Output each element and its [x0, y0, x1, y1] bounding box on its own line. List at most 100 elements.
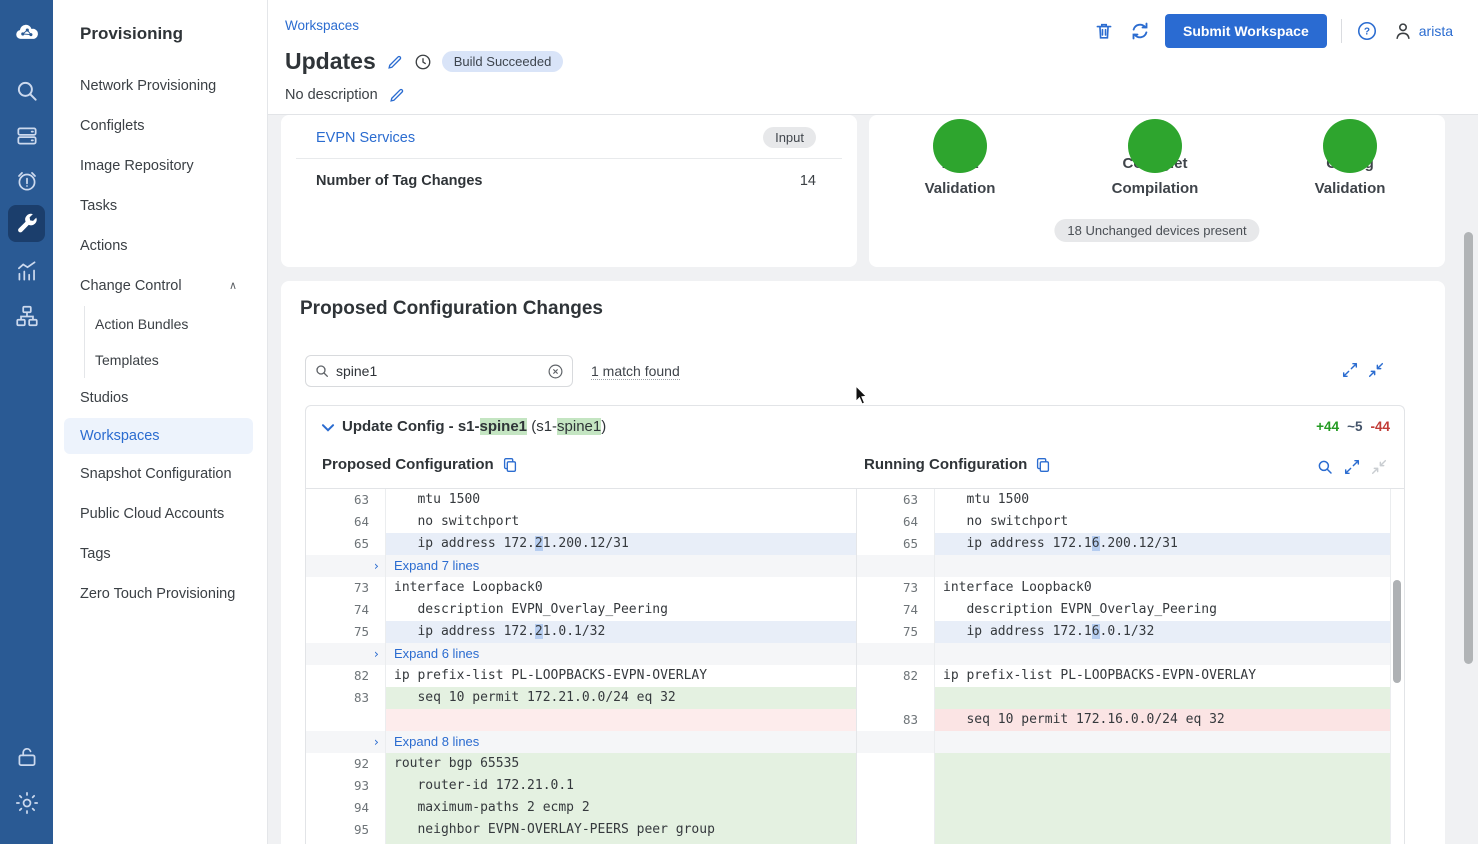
diff-row	[857, 687, 1390, 709]
sidebar-item-tasks[interactable]: Tasks	[53, 186, 267, 226]
sidebar-item-actions[interactable]: Actions	[53, 226, 267, 266]
diff-expand-icon[interactable]	[1343, 458, 1361, 476]
code-line: router-id 172.21.0.1	[386, 775, 856, 797]
submit-workspace-button[interactable]: Submit Workspace	[1165, 14, 1327, 48]
events-icon[interactable]	[8, 162, 45, 199]
code-line: interface Loopback0	[386, 577, 856, 599]
line-number: 82	[857, 665, 935, 687]
code-line: description EVPN_Overlay_Peering	[935, 599, 1390, 621]
sidebar-item-workspaces[interactable]: Workspaces	[64, 418, 253, 454]
diff-row: 93 router-id 172.21.0.1	[306, 775, 856, 797]
line-number: 82	[306, 665, 386, 687]
build-pipeline-card: Input Validation Configlet Compilation C…	[869, 115, 1445, 267]
diff-row: 65 ip address 172.21.200.12/31	[306, 533, 856, 555]
diff-row: 95 neighbor EVPN-OVERLAY-PEERS peer grou…	[306, 819, 856, 841]
diff-row	[857, 775, 1390, 797]
evpn-services-link[interactable]: EVPN Services	[316, 130, 415, 146]
devices-icon[interactable]	[8, 117, 45, 154]
copy-proposed-config-icon[interactable]	[501, 456, 518, 473]
collapse-all-icon[interactable]	[1367, 361, 1385, 379]
edit-title-pencil-icon[interactable]	[386, 53, 404, 71]
proposed-config-changes-section: Proposed Configuration Changes 1 match f…	[281, 281, 1445, 844]
username: arista	[1419, 23, 1453, 39]
app-rail	[0, 0, 53, 844]
diff-row: 63 mtu 1500	[857, 489, 1390, 511]
line-number	[857, 643, 935, 665]
changed-char-highlight: 6	[1092, 624, 1100, 639]
changed-char-highlight: 6	[1092, 536, 1100, 551]
settings-gear-icon[interactable]	[8, 784, 45, 821]
config-search-box[interactable]	[305, 355, 573, 387]
code-line	[935, 555, 1390, 577]
code-line	[386, 709, 856, 731]
code-line: maximum-paths 2 ecmp 2	[386, 797, 856, 819]
svg-text:?: ?	[1364, 27, 1370, 38]
delete-workspace-trash-icon[interactable]	[1093, 20, 1115, 42]
line-number: 95	[306, 819, 386, 841]
expand-all-icon[interactable]	[1341, 361, 1359, 379]
unlock-icon[interactable]	[8, 738, 45, 775]
breadcrumb-workspaces[interactable]: Workspaces	[285, 18, 359, 33]
device-config-diff: Update Config - s1-spine1 (s1-spine1) +4…	[305, 405, 1405, 844]
collapse-diff-chevron-icon[interactable]	[319, 419, 333, 433]
rebuild-sync-icon[interactable]	[1129, 20, 1151, 42]
section-title: Proposed Configuration Changes	[300, 298, 603, 320]
diff-collapse-icon	[1370, 458, 1388, 476]
diff-row: 63 mtu 1500	[306, 489, 856, 511]
search-icon[interactable]	[8, 72, 45, 109]
topology-icon[interactable]	[8, 297, 45, 334]
sidebar-nav: Network ProvisioningConfigletsImage Repo…	[53, 66, 267, 614]
sidebar-item-templates[interactable]: Templates	[84, 342, 267, 378]
line-number: ›	[306, 555, 386, 577]
page-scrollbar-thumb[interactable]	[1464, 232, 1473, 664]
proposed-config-pane: 63 mtu 150064 no switchport65 ip address…	[306, 489, 856, 844]
copy-running-config-icon[interactable]	[1034, 456, 1051, 473]
diff-scrollbar-thumb[interactable]	[1393, 580, 1401, 683]
success-circle-icon	[1128, 119, 1182, 173]
line-number	[857, 731, 935, 753]
sidebar-item-configlets[interactable]: Configlets	[53, 106, 267, 146]
expand-lines-row[interactable]: ›Expand 6 lines	[306, 643, 856, 665]
line-number: 74	[857, 599, 935, 621]
sidebar-item-snapshot-configuration[interactable]: Snapshot Configuration	[53, 454, 267, 494]
diff-row	[857, 797, 1390, 819]
provisioning-icon[interactable]	[8, 205, 45, 242]
sidebar-item-network-provisioning[interactable]: Network Provisioning	[53, 66, 267, 106]
expand-lines-row[interactable]: ›Expand 7 lines	[306, 555, 856, 577]
expand-lines-row[interactable]: ›Expand 8 lines	[306, 731, 856, 753]
sidebar-item-public-cloud-accounts[interactable]: Public Cloud Accounts	[53, 494, 267, 534]
code-line	[935, 775, 1390, 797]
code-line: ip address 172.16.200.12/31	[935, 533, 1390, 555]
metrics-icon[interactable]	[8, 252, 45, 289]
sidebar-item-action-bundles[interactable]: Action Bundles	[84, 306, 267, 342]
diff-row: 92router bgp 65535	[306, 753, 856, 775]
input-type-badge: Input	[763, 127, 816, 148]
chevron-up-icon[interactable]: ∧	[229, 266, 237, 306]
sidebar-title: Provisioning	[53, 24, 267, 66]
line-number	[857, 687, 935, 709]
diff-search-icon[interactable]	[1316, 458, 1334, 476]
edit-description-pencil-icon[interactable]	[388, 86, 406, 104]
diff-scrollbar[interactable]	[1390, 489, 1404, 844]
code-line: mtu 1500	[935, 489, 1390, 511]
code-line	[935, 731, 1390, 753]
line-number: 75	[306, 621, 386, 643]
user-menu[interactable]: arista	[1392, 20, 1453, 42]
diff-row: 64 no switchport	[306, 511, 856, 533]
cloudvision-logo-icon	[8, 14, 45, 51]
sidebar-item-studios[interactable]: Studios	[53, 378, 267, 418]
help-icon[interactable]: ?	[1356, 20, 1378, 42]
diff-row	[306, 709, 856, 731]
code-line: neighbor EVPN-OVERLAY-PEERS peer group	[386, 819, 856, 841]
line-number	[857, 753, 935, 775]
lines-removed-count: -44	[1370, 419, 1390, 434]
build-status-badge: Build Succeeded	[442, 51, 564, 72]
clear-search-icon[interactable]	[547, 363, 564, 380]
sidebar-item-change-control[interactable]: Change Control∧	[53, 266, 267, 306]
sidebar-item-tags[interactable]: Tags	[53, 534, 267, 574]
user-avatar-icon	[1392, 20, 1414, 42]
sidebar-item-image-repository[interactable]: Image Repository	[53, 146, 267, 186]
history-clock-icon[interactable]	[414, 53, 432, 71]
search-input[interactable]	[336, 363, 541, 379]
sidebar-item-zero-touch-provisioning[interactable]: Zero Touch Provisioning	[53, 574, 267, 614]
